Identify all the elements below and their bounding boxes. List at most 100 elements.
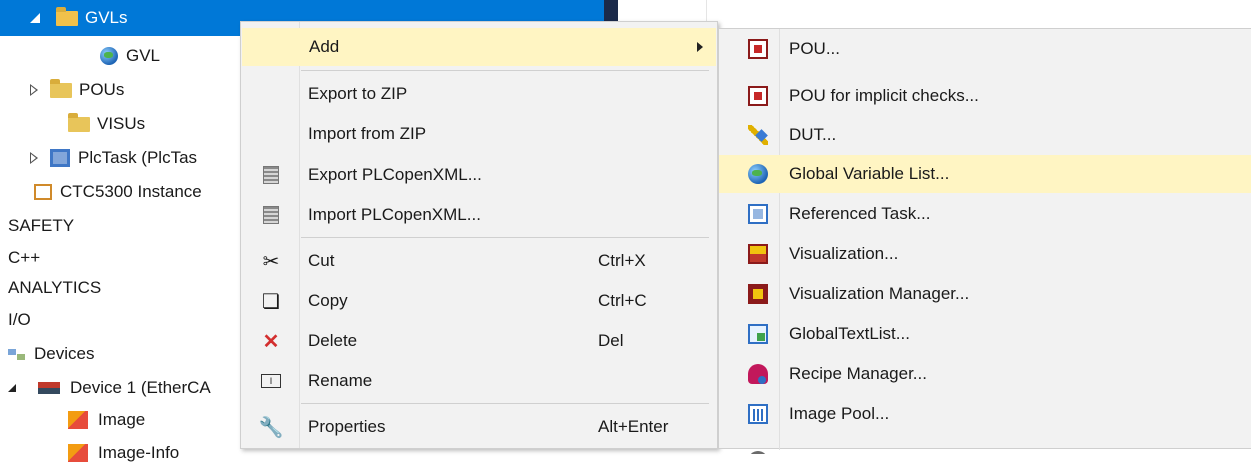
delete-x-icon: ✕	[262, 330, 280, 353]
menu-separator	[301, 70, 709, 71]
xml-import-icon	[261, 205, 281, 225]
image-pool-icon	[748, 404, 768, 424]
tree-item-instance[interactable]: CTC5300 Instance	[34, 175, 202, 209]
menu-item-label: Add	[309, 37, 340, 56]
submenu-item-dut[interactable]: DUT...	[719, 116, 1251, 154]
folder-icon	[50, 78, 72, 98]
collapsed-arrow-icon[interactable]	[30, 152, 38, 164]
tree-item-plctask[interactable]: PlcTask (PlcTas	[30, 141, 197, 175]
menu-item-label: Visualization...	[789, 244, 899, 263]
tree-item-label: CTC5300 Instance	[60, 182, 202, 201]
menu-item-label: Image Pool...	[789, 404, 890, 423]
tree-item-pous[interactable]: POUs	[30, 73, 124, 107]
tree-item-label: POUs	[79, 80, 125, 99]
collapsed-arrow-icon[interactable]	[30, 84, 38, 96]
tree-item-cpp[interactable]: C++	[8, 241, 40, 275]
menu-item-rename[interactable]: I Rename	[241, 362, 717, 400]
menu-item-delete[interactable]: ✕ Delete Del	[241, 322, 717, 360]
image-icon	[68, 411, 88, 429]
submenu-item-recipe-manager[interactable]: Recipe Manager...	[719, 355, 1251, 393]
tree-item-label: C++	[8, 248, 41, 267]
menu-item-copy[interactable]: ❏ Copy Ctrl+C	[241, 282, 717, 320]
submenu-item-visualization-manager[interactable]: Visualization Manager...	[719, 275, 1251, 313]
xml-export-icon	[261, 165, 281, 185]
tree-item-safety[interactable]: SAFETY	[8, 209, 74, 243]
image-icon	[68, 444, 88, 462]
folder-icon	[68, 112, 90, 132]
tree-item-analytics[interactable]: ANALYTICS	[8, 271, 101, 305]
devices-icon	[8, 346, 26, 362]
tree-item-label: SAFETY	[8, 216, 75, 235]
task-icon	[748, 204, 768, 224]
folder-open-icon	[56, 6, 78, 26]
tree-item-label: I/O	[8, 310, 31, 329]
menu-item-properties[interactable]: 🔧 Properties Alt+Enter	[241, 408, 717, 446]
submenu-item-visualization[interactable]: Visualization...	[719, 235, 1251, 273]
menu-item-label: Delete	[308, 331, 358, 350]
submenu-item-image-pool[interactable]: Image Pool...	[719, 395, 1251, 433]
menu-item-label: Recipe Manager...	[789, 364, 927, 383]
menu-item-label: Properties	[308, 417, 386, 436]
menu-item-label: GlobalTextList...	[789, 324, 910, 343]
menu-item-export-zip[interactable]: Export to ZIP	[241, 75, 717, 113]
dut-icon	[748, 125, 768, 145]
tree-item-label: VISUs	[97, 114, 146, 133]
global-text-list-icon	[748, 324, 768, 344]
submenu-item-interface[interactable]: Interface...	[719, 434, 1251, 454]
menu-item-shortcut: Del	[598, 331, 624, 350]
menu-item-label: Interface...	[789, 442, 869, 454]
menu-item-label: Global Variable List...	[789, 164, 950, 183]
tree-item-io[interactable]: I/O	[8, 303, 31, 337]
wrench-icon: 🔧	[258, 416, 284, 439]
tree-item-devices[interactable]: Devices	[8, 337, 94, 371]
tree-item-label: Devices	[34, 344, 95, 363]
visualization-icon	[748, 244, 768, 264]
menu-item-label: POU...	[789, 39, 841, 58]
submenu-item-pou-implicit[interactable]: POU for implicit checks...	[719, 77, 1251, 115]
menu-item-label: Referenced Task...	[789, 204, 931, 223]
expanded-arrow-icon[interactable]	[8, 384, 16, 392]
submenu-item-pou[interactable]: POU...	[719, 30, 1251, 68]
rename-icon: I	[261, 371, 281, 391]
menu-item-shortcut: Ctrl+X	[598, 251, 646, 270]
tree-item-image-info[interactable]: Image-Info	[68, 436, 179, 470]
pou-icon	[748, 86, 768, 106]
menu-item-shortcut: Alt+Enter	[598, 417, 669, 436]
menu-item-label: Import from ZIP	[308, 124, 427, 143]
tree-item-device1[interactable]: Device 1 (EtherCA	[8, 371, 211, 405]
submenu-item-referenced-task[interactable]: Referenced Task...	[719, 195, 1251, 233]
expanded-arrow-icon[interactable]	[30, 13, 40, 23]
menu-item-label: Export PLCopenXML...	[308, 165, 482, 184]
menu-item-add[interactable]: Add	[242, 28, 716, 66]
menu-item-export-plcopenxml[interactable]: Export PLCopenXML...	[241, 156, 717, 194]
menu-item-import-zip[interactable]: Import from ZIP	[241, 115, 717, 153]
submenu-item-global-text-list[interactable]: GlobalTextList...	[719, 315, 1251, 353]
submenu-item-global-variable-list[interactable]: Global Variable List...	[719, 155, 1251, 193]
menu-item-cut[interactable]: ✂ Cut Ctrl+X	[241, 242, 717, 280]
tree-item-visus[interactable]: VISUs	[68, 107, 145, 141]
menu-item-import-plcopenxml[interactable]: Import PLCopenXML...	[241, 196, 717, 234]
tree-item-gvls[interactable]: GVLs	[30, 1, 128, 35]
instance-icon	[34, 184, 52, 200]
menu-item-label: Cut	[308, 251, 335, 270]
menu-item-label: POU for implicit checks...	[789, 86, 979, 105]
menu-separator	[301, 403, 709, 404]
gvl-globe-icon	[100, 47, 118, 65]
add-submenu: POU... POU for implicit checks... DUT...…	[718, 28, 1251, 454]
ethercat-icon	[38, 382, 60, 394]
menu-separator	[301, 237, 709, 238]
context-menu: Add Export to ZIP Import from ZIP Export…	[240, 21, 718, 449]
menu-item-label: Copy	[308, 291, 348, 310]
recipe-manager-icon	[748, 364, 768, 384]
tree-item-gvl[interactable]: GVL	[100, 39, 160, 73]
tree-item-image[interactable]: Image	[68, 403, 145, 437]
menu-item-label: Rename	[308, 371, 373, 390]
copy-icon: ❏	[262, 290, 280, 313]
tree-item-label: Device 1 (EtherCA	[70, 378, 211, 397]
tree-item-label: PlcTask (PlcTas	[78, 148, 198, 167]
visualization-manager-icon	[748, 284, 768, 304]
interface-icon	[748, 451, 768, 454]
tree-item-label: GVL	[126, 46, 161, 65]
tree-item-label: GVLs	[85, 8, 128, 27]
pou-icon	[748, 39, 768, 59]
